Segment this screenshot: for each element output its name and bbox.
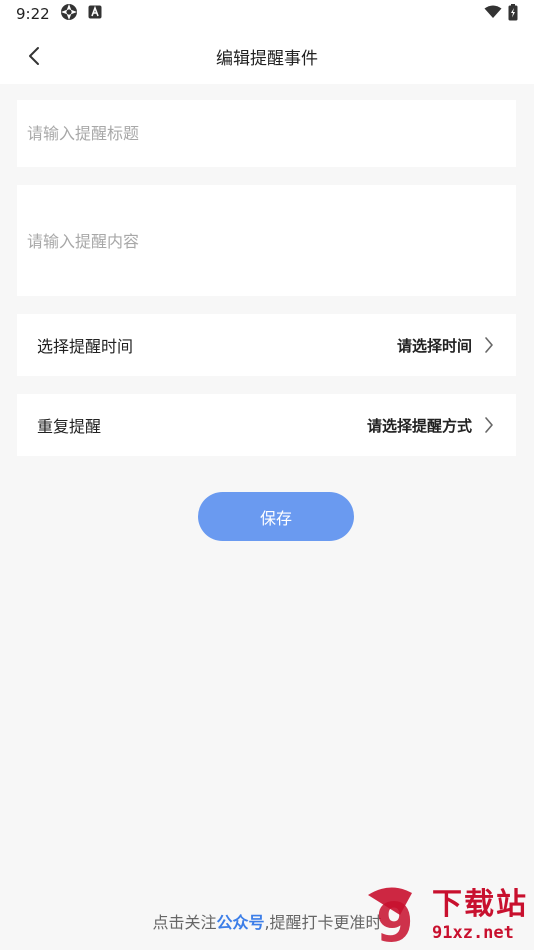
status-left: 9:22 [16,3,102,25]
time-value: 请选择时间 [396,336,472,355]
chevron-right-icon [484,416,496,434]
content-card [17,185,516,296]
repeat-label: 重复提醒 [37,417,102,436]
official-account-link[interactable]: 公众号 [216,913,264,932]
title-card [17,100,516,167]
content-input[interactable] [17,185,516,296]
status-right [484,3,518,25]
watermark-logo: 9 [360,885,430,950]
aperture-icon [60,3,78,25]
app-bar: 编辑提醒事件 [0,28,534,84]
watermark-cn: 下载站 [432,887,528,922]
watermark: 9 下载站 91xz.net [360,885,530,950]
battery-icon [508,3,518,25]
time-label: 选择提醒时间 [37,337,134,356]
back-button[interactable] [20,44,48,72]
repeat-row[interactable]: 重复提醒 请选择提醒方式 [17,394,516,456]
repeat-card: 重复提醒 请选择提醒方式 [17,394,516,456]
title-input[interactable] [17,100,516,167]
time-card: 选择提醒时间 请选择时间 [17,314,516,376]
repeat-value: 请选择提醒方式 [366,416,472,435]
wifi-icon [484,5,502,23]
watermark-url: 91xz.net [432,923,514,943]
page-title: 编辑提醒事件 [216,48,318,69]
notification-a-icon [88,5,102,23]
chevron-right-icon [484,336,496,354]
select-time-row[interactable]: 选择提醒时间 请选择时间 [17,314,516,376]
save-button[interactable]: 保存 [198,492,354,541]
watermark-text: 下载站 91xz.net [432,888,528,944]
status-bar: 9:22 [0,0,534,28]
status-time: 9:22 [16,5,50,23]
chevron-left-icon [28,46,40,70]
footer-prefix: 点击关注 [152,913,217,932]
watermark-logo-nine: 9 [376,891,414,947]
